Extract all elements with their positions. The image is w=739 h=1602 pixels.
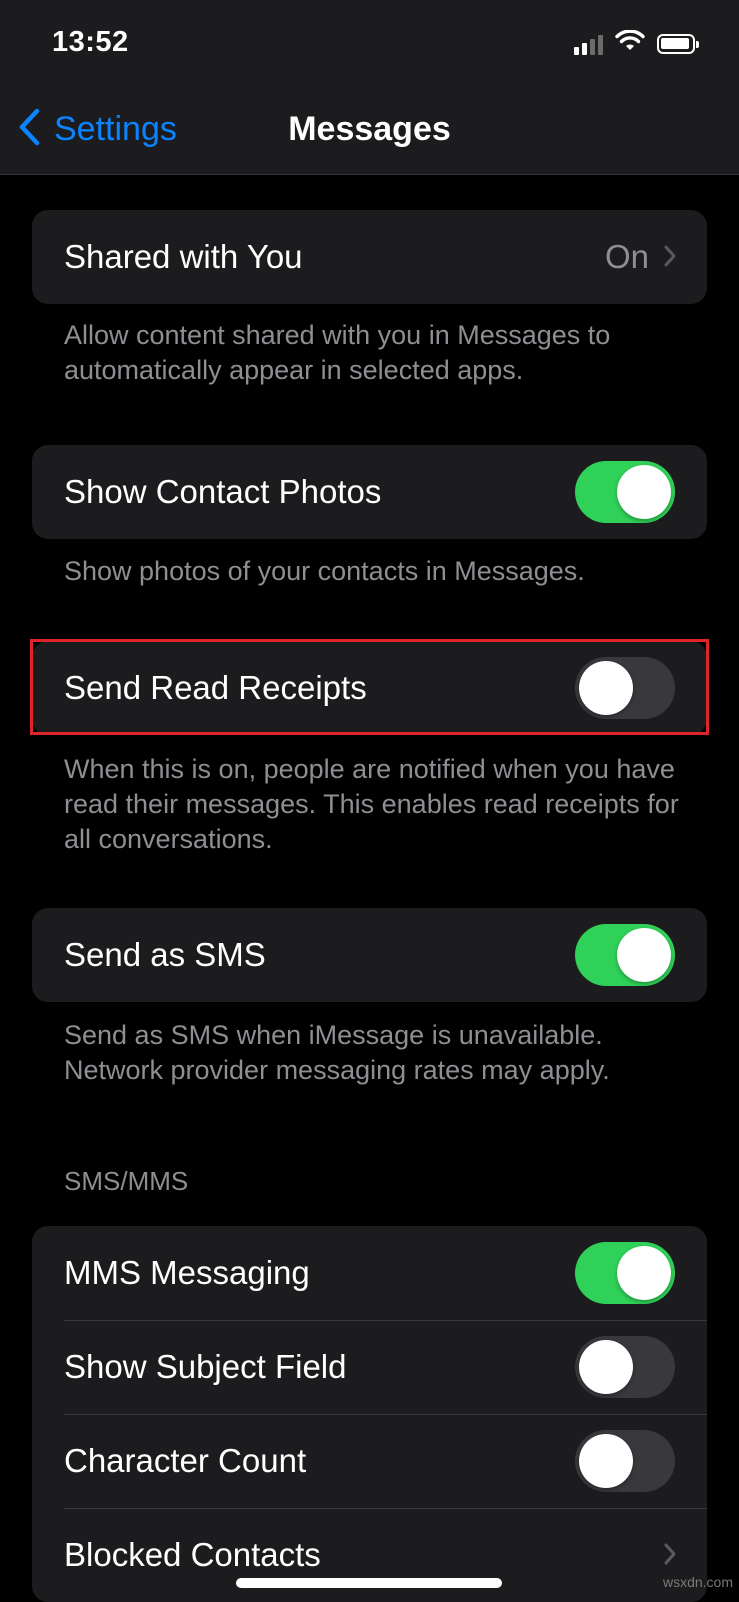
show-contact-photos-row: Show Contact Photos bbox=[32, 445, 707, 539]
send-read-receipts-footer: When this is on, people are notified whe… bbox=[64, 754, 679, 854]
shared-with-you-row[interactable]: Shared with You On bbox=[32, 210, 707, 304]
shared-with-you-card: Shared with You On bbox=[32, 210, 707, 304]
row-label: MMS Messaging bbox=[64, 1254, 310, 1291]
row-label: Blocked Contacts bbox=[64, 1536, 321, 1573]
row-label: Show Subject Field bbox=[64, 1348, 347, 1385]
send-read-receipts-row: Send Read Receipts bbox=[32, 641, 707, 735]
show-subject-field-toggle[interactable] bbox=[575, 1336, 675, 1398]
status-bar: 13:52 bbox=[0, 0, 739, 90]
cellular-signal-icon bbox=[574, 33, 603, 55]
toggle-knob bbox=[579, 1434, 633, 1488]
value-text: On bbox=[604, 238, 649, 275]
sms-mms-card: MMS Messaging Show Subject Field Charact… bbox=[32, 1226, 707, 1602]
send-read-receipts-card: Send Read Receipts bbox=[32, 641, 707, 735]
navigation-bar: Settings Messages bbox=[0, 90, 739, 175]
battery-icon bbox=[657, 33, 699, 54]
send-as-sms-footer: Send as SMS when iMessage is unavailable… bbox=[64, 1020, 610, 1085]
row-value: On bbox=[605, 210, 677, 304]
send-as-sms-card: Send as SMS bbox=[32, 908, 707, 1002]
chevron-right-icon bbox=[663, 238, 677, 276]
mms-messaging-toggle[interactable] bbox=[575, 1242, 675, 1304]
section-header-sms-mms: SMS/MMS bbox=[64, 1166, 189, 1196]
toggle-knob bbox=[617, 465, 671, 519]
watermark: wsxdn.com bbox=[662, 1574, 733, 1590]
character-count-toggle[interactable] bbox=[575, 1430, 675, 1492]
row-label: Shared with You bbox=[64, 238, 303, 275]
row-label: Send as SMS bbox=[64, 936, 266, 973]
row-label: Send Read Receipts bbox=[64, 669, 367, 706]
send-read-receipts-toggle[interactable] bbox=[575, 657, 675, 719]
show-contact-photos-footer: Show photos of your contacts in Messages… bbox=[64, 556, 585, 586]
wifi-icon bbox=[615, 29, 645, 57]
shared-with-you-footer: Allow content shared with you in Message… bbox=[64, 320, 611, 385]
toggle-knob bbox=[617, 1246, 671, 1300]
show-contact-photos-toggle[interactable] bbox=[575, 461, 675, 523]
status-icons bbox=[574, 29, 699, 57]
character-count-row: Character Count bbox=[32, 1414, 707, 1508]
chevron-right-icon bbox=[663, 1536, 677, 1574]
show-subject-field-row: Show Subject Field bbox=[32, 1320, 707, 1414]
toggle-knob bbox=[617, 928, 671, 982]
show-contact-photos-card: Show Contact Photos bbox=[32, 445, 707, 539]
toggle-knob bbox=[579, 1340, 633, 1394]
status-time: 13:52 bbox=[52, 26, 129, 58]
toggle-knob bbox=[579, 661, 633, 715]
mms-messaging-row: MMS Messaging bbox=[32, 1226, 707, 1320]
row-label: Show Contact Photos bbox=[64, 473, 382, 510]
send-as-sms-toggle[interactable] bbox=[575, 924, 675, 986]
home-indicator[interactable] bbox=[236, 1578, 502, 1588]
page-title: Messages bbox=[288, 110, 451, 148]
row-label: Character Count bbox=[64, 1442, 307, 1479]
send-as-sms-row: Send as SMS bbox=[32, 908, 707, 1002]
battery-level-fill bbox=[661, 37, 689, 49]
